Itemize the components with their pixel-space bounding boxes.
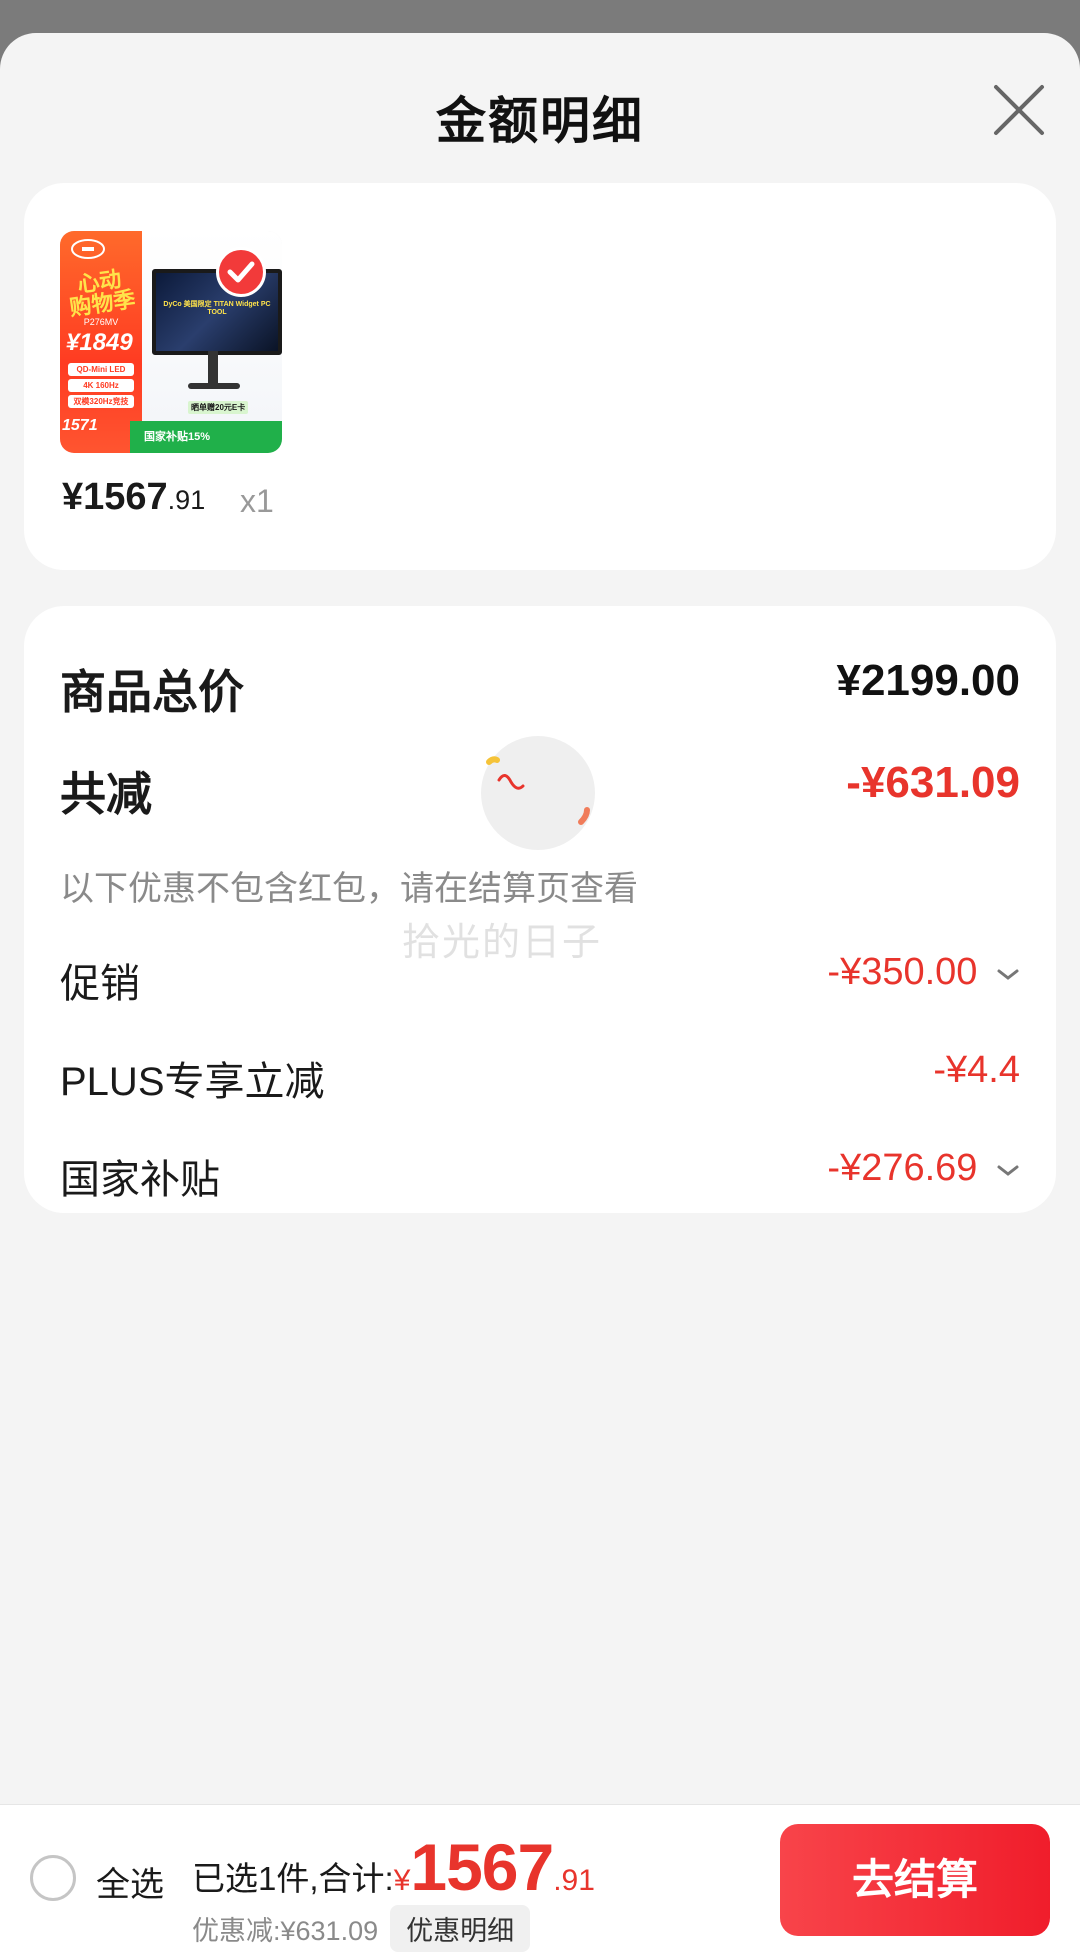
image-price: ¥1849 (66, 329, 133, 356)
promo-text: 心动 购物季 (68, 266, 137, 321)
discount-amount-text: 优惠减:¥631.09 (192, 1916, 379, 1946)
subsidy-bar: 国家补贴15% (130, 421, 282, 453)
total-reduction-row: 共减 -¥631.09 (60, 758, 1020, 820)
product-price-int: ¥1567 (62, 476, 168, 518)
promotion-label: 促销 (60, 962, 140, 1006)
national-subsidy-value: -¥276.69 (827, 1147, 978, 1189)
sum-integer: 1567 (410, 1830, 554, 1904)
selected-count-text: 已选1件,合计: (192, 1860, 394, 1897)
checkout-bar: 全选 已选1件,合计:¥1567.91 优惠减:¥631.09 优惠明细 去结算 (0, 1804, 1080, 1953)
national-subsidy-row[interactable]: 国家补贴 -¥276.69 (60, 1147, 1020, 1207)
brand-logo-icon (71, 239, 105, 259)
promotion-row[interactable]: 促销 -¥350.00 (60, 951, 1020, 1011)
price-summary-card: 商品总价 ¥2199.00 共减 -¥631.09 以下优惠不包含红包，请在结算… (24, 606, 1056, 1213)
feature-tag: 4K 160Hz (68, 379, 134, 392)
monitor-base (188, 383, 240, 389)
feature-tag: 双模320Hz竞技 (68, 395, 134, 408)
discount-detail-button[interactable]: 优惠明细 (390, 1905, 531, 1952)
sum-decimal: .91 (553, 1864, 595, 1897)
chevron-down-icon[interactable] (996, 1154, 1020, 1185)
total-sum: ¥1567.91 (393, 1830, 595, 1904)
checked-icon[interactable] (216, 247, 266, 297)
amount-detail-sheet: 金额明细 心动 购物季 P276MV ¥1849 QD-Mini LED 4K … (0, 33, 1080, 1953)
total-reduction-label: 共减 (60, 768, 152, 820)
total-price-value: ¥2199.00 (836, 656, 1020, 705)
total-reduction-value: -¥631.09 (846, 758, 1020, 807)
selected-summary: 已选1件,合计:¥1567.91 (192, 1829, 595, 1905)
model-label: P276MV (83, 317, 119, 327)
national-subsidy-value-wrap: -¥276.69 (827, 1147, 1020, 1190)
promotion-value-wrap: -¥350.00 (827, 951, 1020, 994)
select-all-radio-icon[interactable] (30, 1855, 76, 1901)
total-price-row: 商品总价 ¥2199.00 (60, 656, 1020, 718)
chevron-down-icon[interactable] (996, 958, 1020, 989)
monitor-caption: DyCo 美国限定 TITAN Widget PC TOOL (163, 301, 271, 316)
plus-discount-label: PLUS专享立减 (60, 1060, 325, 1104)
plus-discount-row: PLUS专享立减 -¥4.4 (60, 1049, 1020, 1109)
product-image[interactable]: 心动 购物季 P276MV ¥1849 QD-Mini LED 4K 160Hz… (60, 231, 282, 453)
sum-currency: ¥ (393, 1864, 411, 1897)
product-card: 心动 购物季 P276MV ¥1849 QD-Mini LED 4K 160Hz… (24, 183, 1056, 570)
product-price-dec: .91 (167, 485, 206, 515)
discount-note: 以下优惠不包含红包，请在结算页查看 (60, 870, 638, 908)
national-subsidy-label: 国家补贴 (60, 1158, 220, 1202)
total-price-label: 商品总价 (60, 666, 244, 718)
select-all-label[interactable]: 全选 (96, 1857, 164, 1906)
plus-discount-value: -¥4.4 (933, 1049, 1020, 1091)
feature-tag: QD-Mini LED (68, 363, 134, 376)
image-low-price: 1571 (62, 417, 98, 434)
sheet-title: 金额明细 (436, 93, 644, 149)
promotion-value: -¥350.00 (827, 951, 978, 993)
gift-label: 晒单赠20元E卡 (188, 401, 249, 414)
product-price: ¥1567.91 (62, 476, 205, 519)
checkout-button[interactable]: 去结算 (780, 1824, 1050, 1936)
product-quantity: x1 (240, 483, 274, 519)
close-icon[interactable] (988, 79, 1050, 141)
discount-summary: 优惠减:¥631.09 优惠明细 (192, 1905, 531, 1952)
monitor-stand (208, 351, 218, 385)
